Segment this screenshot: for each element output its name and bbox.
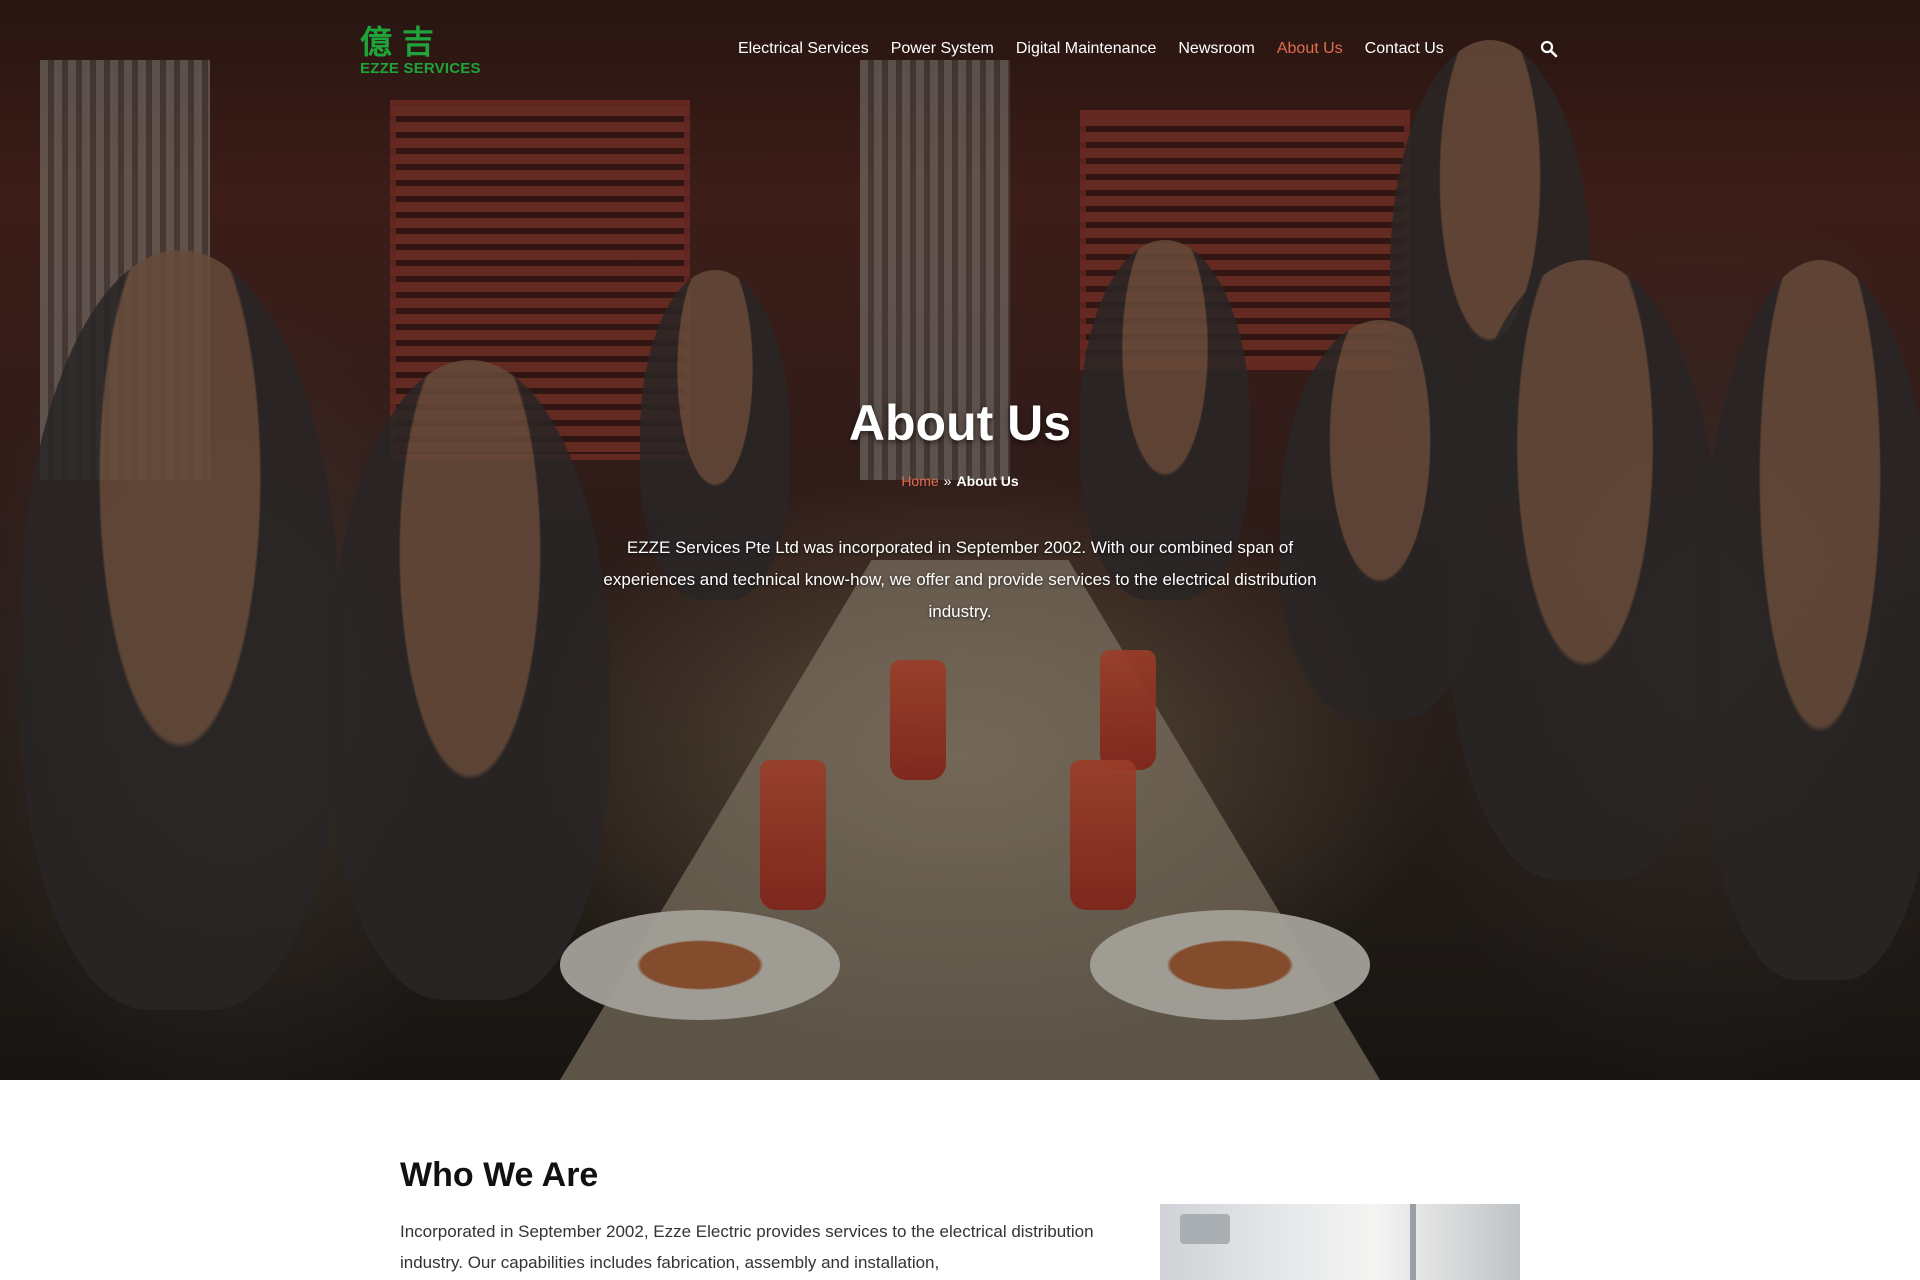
nav-contact-us[interactable]: Contact Us (1365, 38, 1444, 60)
breadcrumb-home-link[interactable]: Home (901, 473, 938, 489)
breadcrumb: Home » About Us (0, 473, 1920, 489)
photo-detail (1410, 1204, 1416, 1280)
nav-about-us[interactable]: About Us (1277, 38, 1343, 60)
who-we-are-text: Incorporated in September 2002, Ezze Ele… (400, 1222, 1094, 1272)
who-we-are-heading: Who We Are (400, 1156, 599, 1194)
main-nav: Electrical Services Power System Digital… (738, 38, 1466, 60)
nav-electrical-services[interactable]: Electrical Services (738, 38, 869, 60)
nav-digital-maintenance[interactable]: Digital Maintenance (1016, 38, 1157, 60)
nav-power-system[interactable]: Power System (891, 38, 994, 60)
hero-description: EZZE Services Pte Ltd was incorporated i… (603, 538, 1317, 621)
who-we-are-photo (1160, 1204, 1520, 1280)
photo-detail (1180, 1214, 1230, 1244)
logo-english-text: EZZE SERVICES (360, 60, 481, 77)
page-title: About Us (848, 395, 1072, 451)
breadcrumb-current: About Us (956, 473, 1019, 489)
nav-newsroom[interactable]: Newsroom (1178, 38, 1254, 60)
breadcrumb-separator: » (943, 473, 952, 489)
search-icon[interactable] (1540, 40, 1558, 58)
site-logo[interactable]: 億吉 EZZE SERVICES (360, 24, 484, 80)
site-header: 億吉 EZZE SERVICES Electrical Services Pow… (0, 0, 1920, 100)
logo-chinese-text: 億吉 (360, 23, 445, 61)
